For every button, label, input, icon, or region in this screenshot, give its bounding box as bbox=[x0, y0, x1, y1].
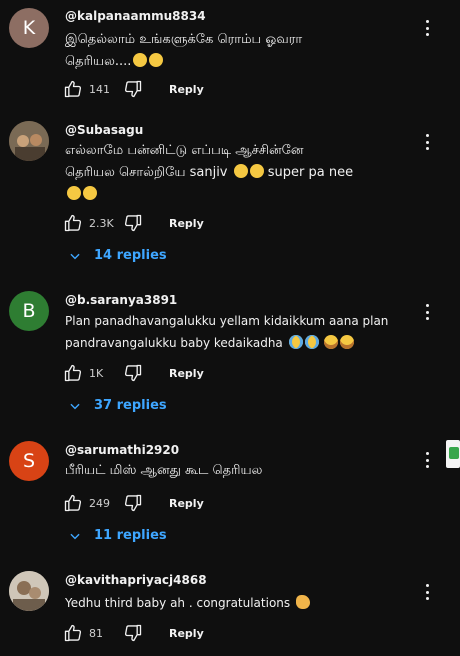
chevron-down-icon bbox=[70, 253, 80, 259]
comment-text-line: தெரியல.... bbox=[65, 51, 395, 73]
avatar[interactable]: B bbox=[9, 291, 49, 331]
chevron-down-icon bbox=[70, 533, 80, 539]
avatar[interactable] bbox=[9, 121, 49, 161]
replies-count: 37 replies bbox=[94, 398, 167, 413]
laughing-emoji-icon bbox=[67, 186, 81, 200]
grin-emoji-icon bbox=[133, 53, 148, 67]
laughing-emoji-icon bbox=[83, 186, 97, 200]
comment-text: பீரியட் மிஸ் ஆனது கூட தெரியல bbox=[65, 460, 395, 482]
dislike-icon[interactable] bbox=[123, 79, 143, 99]
confounded-emoji-icon bbox=[340, 335, 355, 349]
reply-button[interactable]: Reply bbox=[169, 83, 204, 96]
dislike-icon[interactable] bbox=[123, 213, 143, 233]
comment-text-line: இதெல்லாம் உங்களுக்கே ரொம்ப ஓவரா bbox=[65, 32, 303, 47]
replies-count: 11 replies bbox=[94, 528, 167, 543]
comment-text-line: Plan panadhavangalukku yellam kidaikkum … bbox=[65, 314, 389, 328]
comment-actions: 141 Reply bbox=[63, 79, 204, 99]
comment-author[interactable]: @sarumathi2920 bbox=[65, 443, 179, 457]
avatar-photo-icon bbox=[9, 121, 49, 161]
side-panel-icon[interactable] bbox=[446, 440, 460, 468]
view-replies-button[interactable]: 14 replies bbox=[68, 248, 167, 263]
comment-author[interactable]: @Subasagu bbox=[65, 123, 143, 137]
like-icon[interactable] bbox=[63, 623, 83, 643]
clapping-hands-emoji-icon bbox=[295, 595, 310, 609]
comment-author[interactable]: @kalpanaammu8834 bbox=[65, 9, 206, 23]
like-icon[interactable] bbox=[63, 213, 83, 233]
comment-author[interactable]: @b.saranya3891 bbox=[65, 293, 177, 307]
reply-button[interactable]: Reply bbox=[169, 627, 204, 640]
more-options-icon[interactable] bbox=[420, 18, 434, 38]
comment-text-line: Yedhu third baby ah . congratulations bbox=[65, 592, 395, 614]
grin-emoji-icon bbox=[149, 53, 164, 67]
comment-text-line: பீரியட் மிஸ் ஆனது கூட தெரியல bbox=[65, 463, 263, 478]
avatar-photo-icon bbox=[9, 571, 49, 611]
dislike-icon[interactable] bbox=[123, 493, 143, 513]
comment-actions: 2.3K Reply bbox=[63, 213, 204, 233]
avatar[interactable] bbox=[9, 571, 49, 611]
comment-text-segment: pandravangalukku baby kedaikadha bbox=[65, 336, 283, 350]
comment-actions: 81 Reply bbox=[63, 623, 204, 643]
reply-button[interactable]: Reply bbox=[169, 497, 204, 510]
comment-text: Plan panadhavangalukku yellam kidaikkum … bbox=[65, 310, 415, 354]
like-count: 1K bbox=[89, 366, 104, 380]
comment-text-segment: Yedhu third baby ah . congratulations bbox=[65, 596, 291, 610]
avatar[interactable]: S bbox=[9, 441, 49, 481]
dislike-icon[interactable] bbox=[123, 623, 143, 643]
more-options-icon[interactable] bbox=[420, 132, 434, 152]
view-replies-button[interactable]: 11 replies bbox=[68, 528, 167, 543]
replies-count: 14 replies bbox=[94, 248, 167, 263]
more-options-icon[interactable] bbox=[420, 582, 434, 602]
crying-emoji-icon bbox=[288, 335, 303, 349]
like-count: 141 bbox=[89, 82, 110, 96]
like-icon[interactable] bbox=[63, 79, 83, 99]
comment-text-segment: தெரியல.... bbox=[65, 54, 132, 69]
avatar[interactable]: K bbox=[9, 8, 49, 48]
comment-text-segment: super pa nee bbox=[267, 165, 354, 180]
comment-text-line: தெரியல சொல்றியே sanjiv super pa nee bbox=[65, 162, 395, 184]
reply-button[interactable]: Reply bbox=[169, 367, 204, 380]
comment-actions: 1K Reply bbox=[63, 363, 204, 383]
view-replies-button[interactable]: 37 replies bbox=[68, 398, 167, 413]
comment-text-line: pandravangalukku baby kedaikadha bbox=[65, 332, 415, 354]
comment-text-line bbox=[65, 184, 395, 206]
more-options-icon[interactable] bbox=[420, 302, 434, 322]
comment-text: இதெல்லாம் உங்களுக்கே ரொம்ப ஓவரா தெரியல..… bbox=[65, 29, 395, 73]
crying-emoji-icon bbox=[304, 335, 319, 349]
like-count: 2.3K bbox=[89, 216, 114, 230]
comment-text: எல்லாமே பன்னிட்டு எப்படி ஆச்சின்னே தெரிய… bbox=[65, 140, 395, 206]
comment-text-line: எல்லாமே பன்னிட்டு எப்படி ஆச்சின்னே bbox=[65, 143, 304, 158]
confounded-emoji-icon bbox=[324, 335, 339, 349]
grin-emoji-icon bbox=[233, 164, 248, 178]
like-icon[interactable] bbox=[63, 493, 83, 513]
dislike-icon[interactable] bbox=[123, 363, 143, 383]
chevron-down-icon bbox=[70, 403, 80, 409]
grin-emoji-icon bbox=[249, 164, 264, 178]
comment-text-segment: தெரியல சொல்றியே sanjiv bbox=[65, 165, 228, 180]
more-options-icon[interactable] bbox=[420, 450, 434, 470]
like-count: 81 bbox=[89, 626, 103, 640]
reply-button[interactable]: Reply bbox=[169, 217, 204, 230]
comment-actions: 249 Reply bbox=[63, 493, 204, 513]
like-icon[interactable] bbox=[63, 363, 83, 383]
comment-text: Yedhu third baby ah . congratulations bbox=[65, 592, 395, 614]
comment-author[interactable]: @kavithapriyacj4868 bbox=[65, 573, 207, 587]
like-count: 249 bbox=[89, 496, 110, 510]
